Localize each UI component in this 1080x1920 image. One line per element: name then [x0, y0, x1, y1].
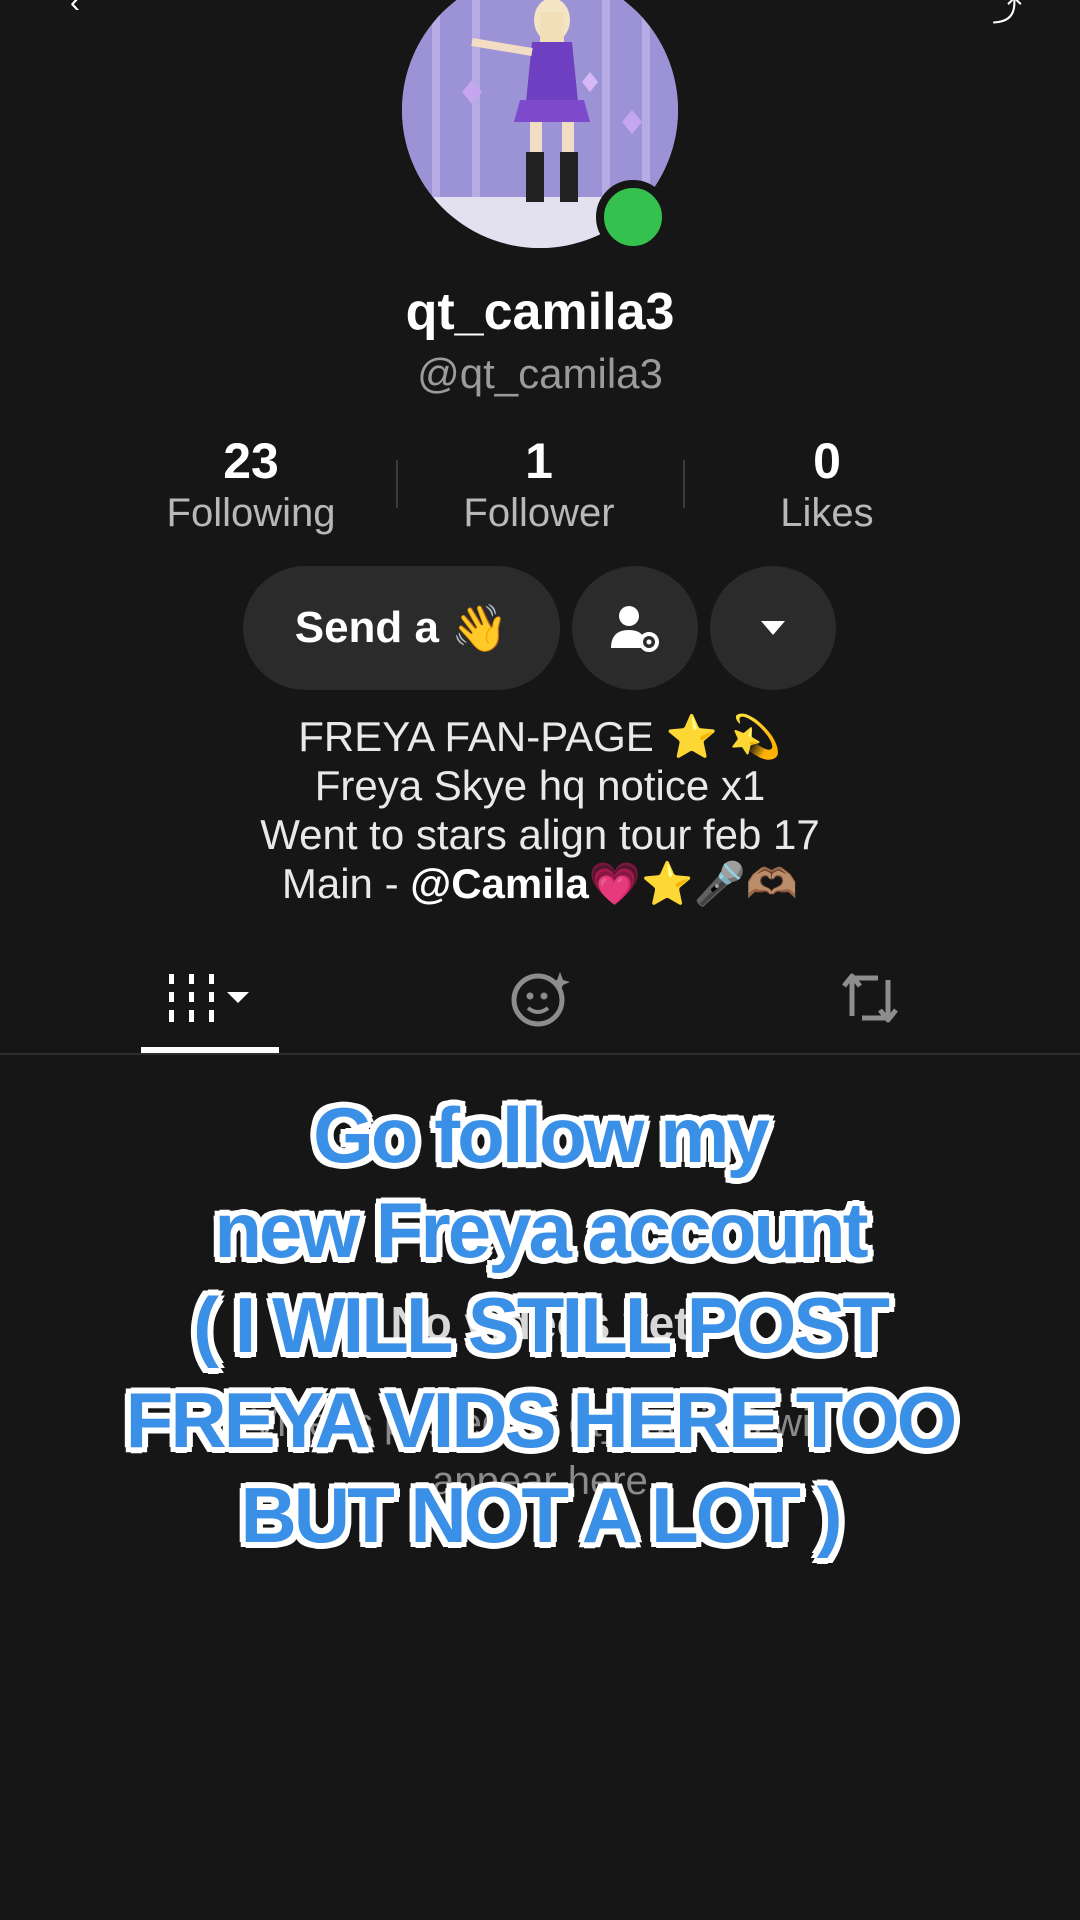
caption-line: FREYA VIDS HERE TOO: [125, 1376, 958, 1464]
stat-likes[interactable]: 0 Likes: [677, 432, 977, 536]
stat-following[interactable]: 23 Following: [101, 432, 401, 536]
profile-screen: ‹ ⤴ qt_camila3 @qt_camila3 23 Following …: [0, 0, 1080, 1920]
dropdown-caret-icon: [761, 621, 785, 635]
following-label: Following: [166, 491, 336, 535]
bio-line: Went to stars align tour feb 17: [260, 811, 820, 858]
followers-label: Follower: [463, 491, 615, 535]
caption-line: new Freya account: [214, 1186, 868, 1274]
share-icon[interactable]: ⤴: [992, 0, 1022, 30]
caption-line: ( I WILL STILL POST: [192, 1281, 890, 1369]
online-status-dot: [596, 180, 670, 254]
bio-line: FREYA FAN-PAGE ⭐️ 💫: [298, 713, 782, 760]
followers-count: 1: [525, 433, 553, 489]
caption-line: BUT NOT A LOT ): [240, 1471, 842, 1559]
repost-icon: [842, 973, 898, 1023]
likes-label: Likes: [780, 491, 874, 535]
send-wave-button[interactable]: Send a 👋: [243, 566, 560, 690]
send-wave-label: Send a: [294, 603, 439, 652]
bio-line: Freya Skye hq notice x1: [314, 762, 766, 809]
stat-followers[interactable]: 1 Follower: [389, 432, 689, 536]
bio-emojis: 💗⭐️🎤🫶🏽: [588, 860, 799, 907]
person-settings-icon: [611, 606, 659, 652]
bio: FREYA FAN-PAGE ⭐️ 💫 Freya Skye hq notice…: [0, 712, 1080, 908]
wave-emoji: 👋: [451, 601, 509, 654]
following-count: 23: [223, 433, 279, 489]
more-options-button[interactable]: [710, 566, 836, 690]
back-arrow-icon[interactable]: ‹: [70, 0, 80, 20]
person-settings-button[interactable]: [572, 566, 698, 690]
reposts-smile-icon: [511, 972, 570, 1027]
bio-line: Main - @Camila💗⭐️🎤🫶🏽: [0, 859, 1080, 908]
tab-reposts[interactable]: [830, 968, 910, 1028]
likes-count: 0: [813, 433, 841, 489]
display-name: qt_camila3: [405, 283, 675, 341]
videos-grid-icon: [169, 974, 249, 1022]
bio-mention-link[interactable]: @Camila: [410, 860, 589, 907]
tab-liked[interactable]: [500, 968, 580, 1028]
tab-videos[interactable]: [140, 968, 280, 1028]
tabs-divider: [0, 1053, 1080, 1055]
caption-line: Go follow my: [313, 1091, 770, 1179]
username-handle: @qt_camila3: [417, 350, 663, 397]
bio-main-prefix: Main -: [281, 860, 411, 907]
caption-overlay: Go follow my new Freya account ( I WILL …: [0, 1088, 1080, 1563]
